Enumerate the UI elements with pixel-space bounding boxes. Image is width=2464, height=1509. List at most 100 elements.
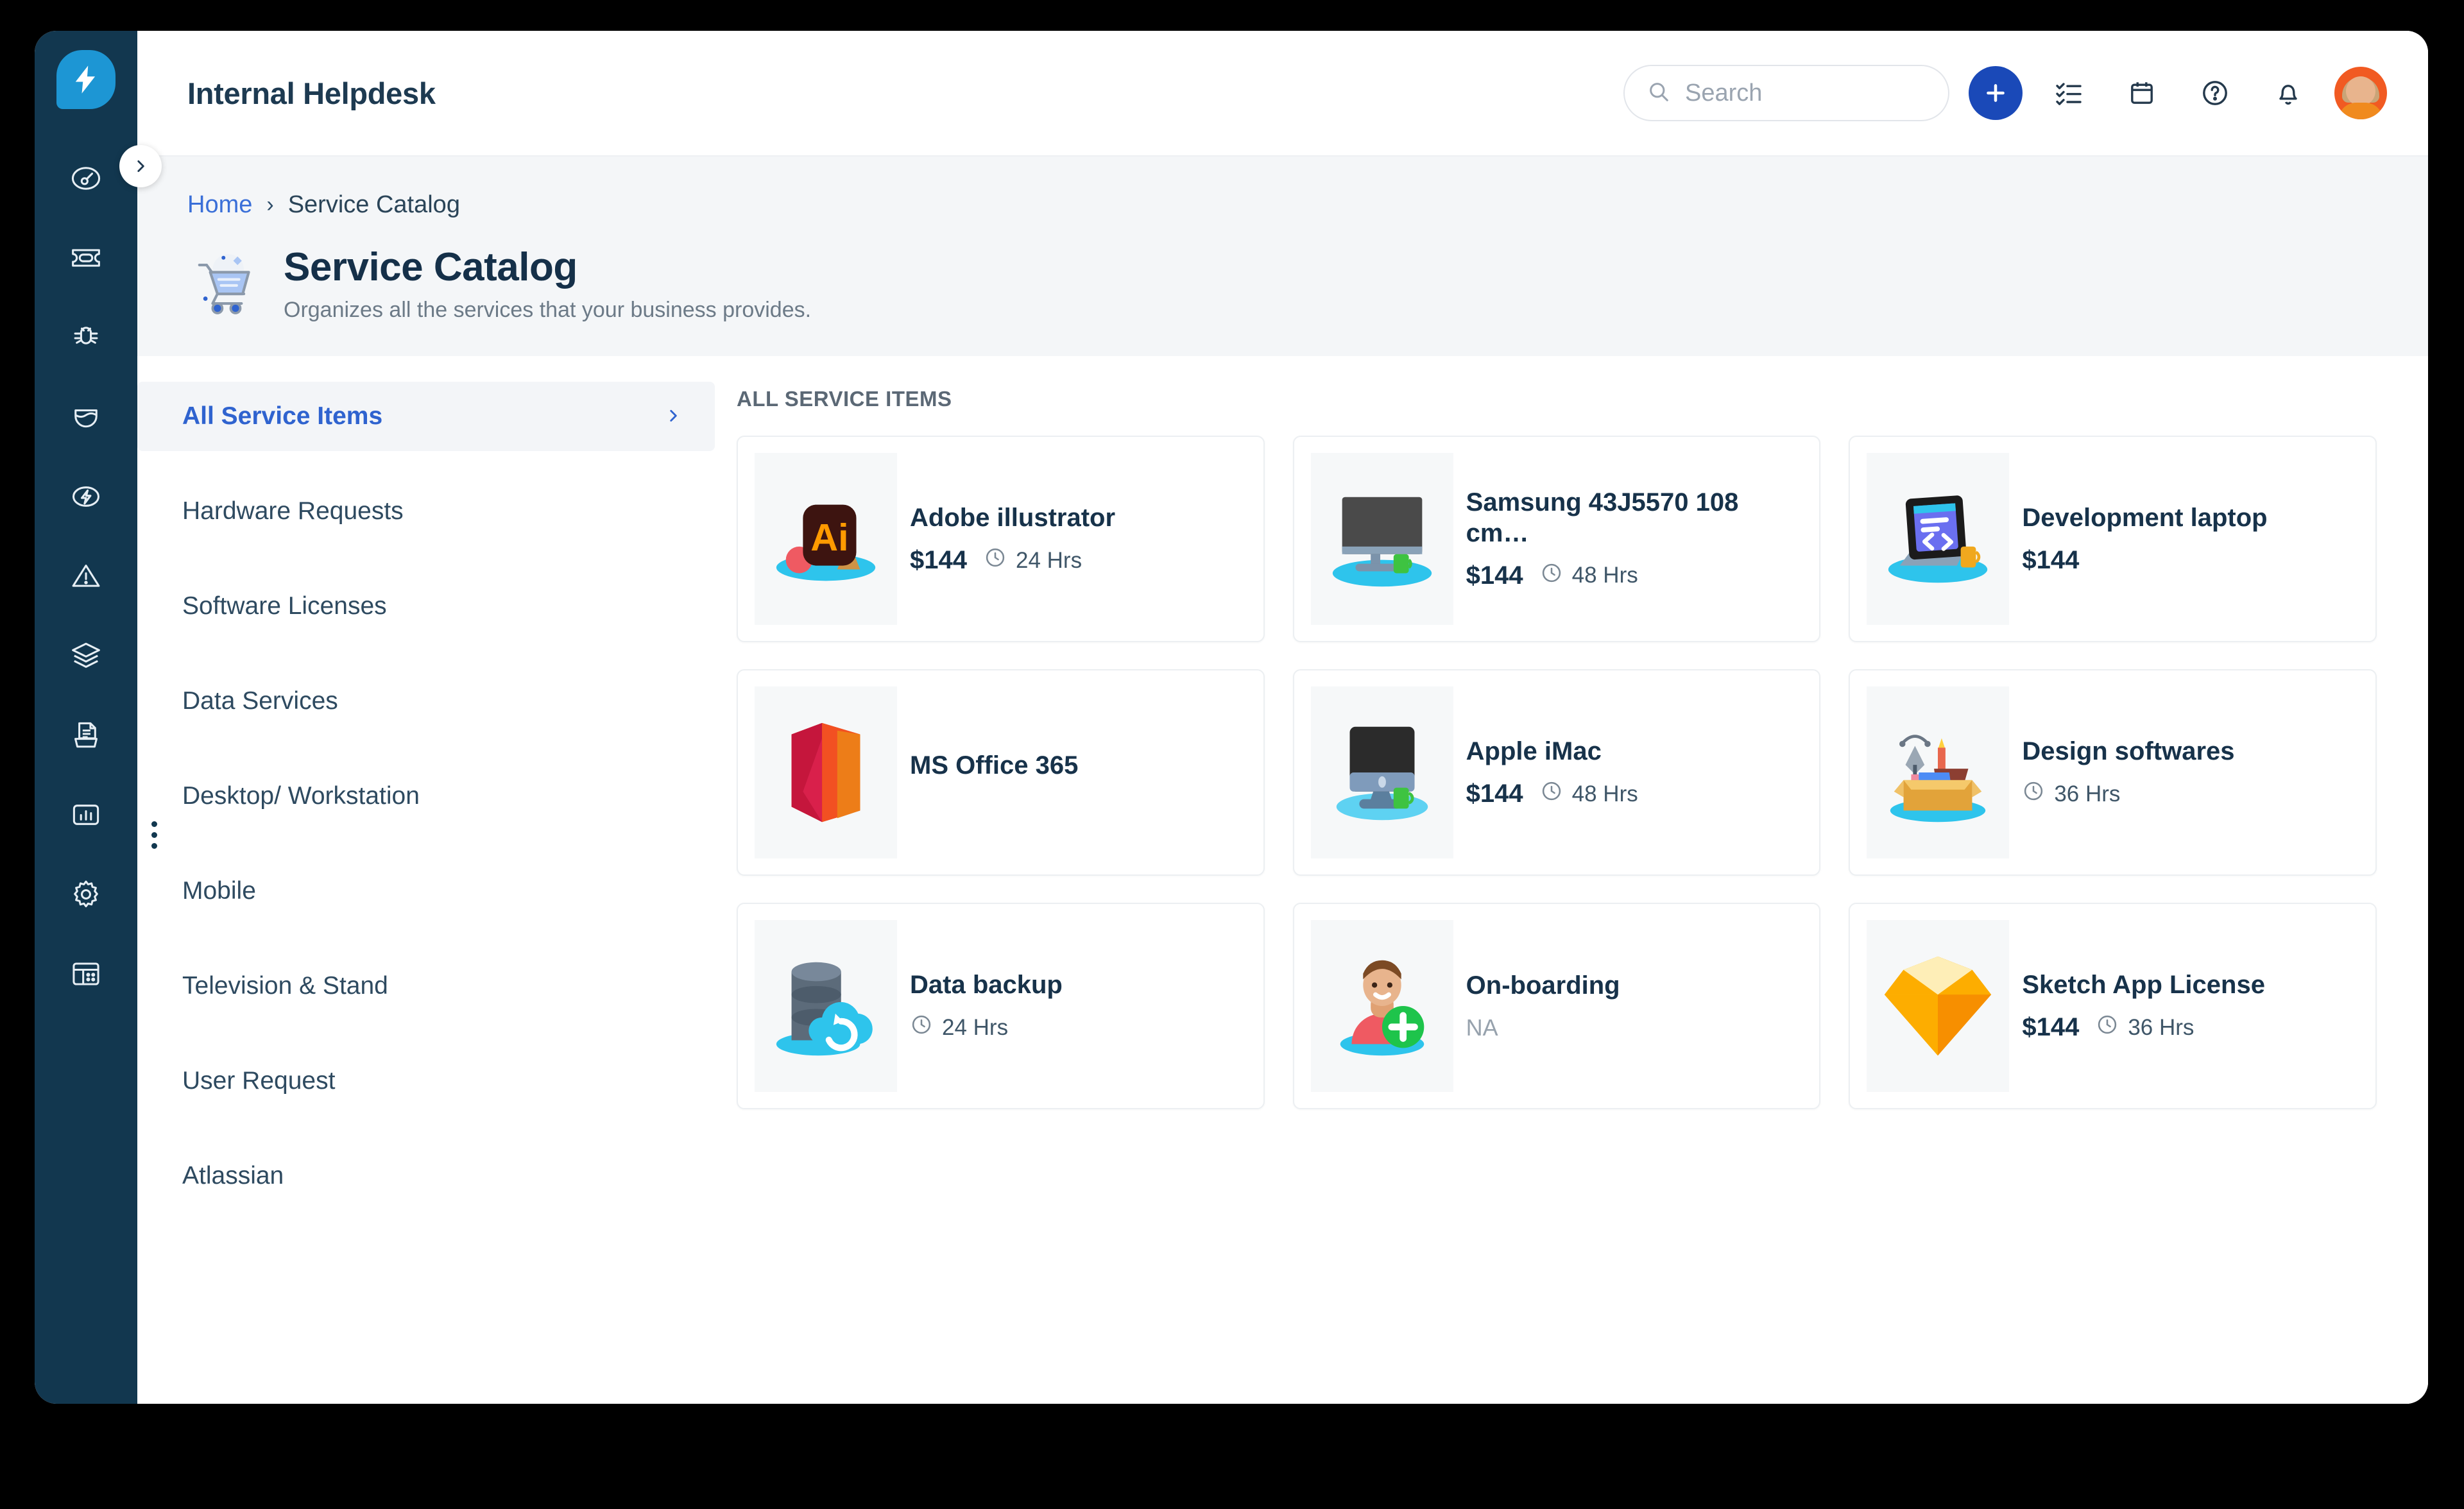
category-item-software-licenses[interactable]: Software Licenses [137,572,715,641]
service-card-time: 24 Hrs [910,1013,1008,1042]
clock-icon [910,1013,933,1042]
category-label: Mobile [182,877,256,905]
adobe-illustrator-icon: Ai [755,453,897,625]
service-card-body: Design softwares 36 Hrs [2022,737,2359,808]
search-input[interactable] [1685,79,1926,107]
service-card[interactable]: Development laptop $144 [1849,436,2377,642]
clock-icon [2096,1013,2119,1042]
service-card-meta: $144 48 Hrs [1466,780,1803,808]
search-box[interactable] [1623,65,1949,121]
chevron-right-icon [665,402,681,431]
sidebar-item-changes[interactable] [55,386,117,448]
rail-more-options-icon[interactable] [151,821,157,849]
page-subtitle: Organizes all the services that your bus… [284,297,812,322]
sidebar-item-admin[interactable] [55,864,117,925]
add-new-button[interactable] [1969,66,2023,120]
lightning-logo-icon[interactable] [56,50,116,109]
app-title: Internal Helpdesk [187,76,436,110]
service-items-grid: Ai Adobe illustrator $144 24 Hrs Samsung… [737,436,2377,1109]
ms-office-icon [755,686,897,858]
service-card-time-label: 48 Hrs [1571,781,1638,806]
breadcrumb-separator: › [266,192,274,217]
calendar-icon[interactable] [2115,66,2169,120]
service-card-body: MS Office 365 [910,751,1247,794]
service-card-time: 48 Hrs [1540,780,1638,808]
onboarding-person-icon [1310,920,1453,1092]
avatar[interactable] [2334,67,2387,119]
category-label: Television & Stand [182,972,388,1000]
dev-laptop-icon [1867,453,2010,625]
service-card-title: MS Office 365 [910,751,1079,780]
service-card-title: Design softwares [2022,737,2235,765]
sidebar-item-workspace[interactable] [55,943,117,1005]
expand-sidebar-icon[interactable] [119,145,162,187]
service-card-title: Apple iMac [1466,737,1602,765]
sidebar-item-assets[interactable] [55,625,117,686]
service-card-time-label: 48 Hrs [1571,563,1638,588]
search-icon [1647,80,1671,107]
breadcrumb-home-link[interactable]: Home [187,191,252,219]
category-item-desktop-workstation[interactable]: Desktop/ Workstation [137,762,715,831]
service-card-time-label: 24 Hrs [942,1014,1009,1040]
service-card-time: 36 Hrs [2022,780,2120,808]
app-window: Internal Helpdesk Search Home › Service … [35,31,2428,1404]
category-item-mobile[interactable]: Mobile [137,857,715,926]
service-card-time: 36 Hrs [2096,1013,2194,1042]
category-list: All Service Items Hardware Requests Soft… [137,375,715,1404]
service-card-title: Development laptop [2022,503,2268,532]
service-card-body: Adobe illustrator $144 24 Hrs [910,503,1247,575]
category-item-atlassian[interactable]: Atlassian [137,1141,715,1211]
service-card-meta: 36 Hrs [2022,780,2359,808]
service-card[interactable]: Samsung 43J5570 108 cm… $144 48 Hrs [1292,436,1821,642]
service-card-price: $144 [2022,1013,2080,1042]
service-card-na-label: NA [1466,1014,1498,1041]
service-card-price: $144 [1466,780,1523,808]
category-label: User Request [182,1067,336,1095]
service-card-title: On-boarding [1466,971,1620,1000]
service-card-body: On-boarding NA [1466,971,1803,1041]
category-item-television-stand[interactable]: Television & Stand [137,951,715,1021]
sidebar-item-problems[interactable] [55,307,117,368]
primary-nav-rail [35,31,157,1404]
service-card-meta: $144 36 Hrs [2022,1013,2359,1042]
content-area: Home › Service Catalog Service Catalog O… [137,157,2428,1404]
service-card-meta: NA [1466,1014,1803,1041]
service-card[interactable]: Apple iMac $144 48 Hrs [1292,669,1821,876]
service-card[interactable]: MS Office 365 [737,669,1265,876]
sketch-diamond-icon [1867,920,2010,1092]
design-box-icon [1867,686,2010,858]
top-bar-actions [1623,65,2387,121]
page-title-row: Service Catalog Organizes all the servic… [187,246,2428,323]
category-label: Software Licenses [182,592,387,620]
notifications-icon[interactable] [2261,66,2315,120]
service-card[interactable]: Ai Adobe illustrator $144 24 Hrs [737,436,1265,642]
sidebar-item-solutions[interactable] [55,704,117,766]
service-card-time: 48 Hrs [1540,561,1638,590]
category-item-data-services[interactable]: Data Services [137,667,715,736]
sidebar-item-tickets[interactable] [55,227,117,289]
sidebar-item-reports[interactable] [55,784,117,846]
tasks-icon[interactable] [2042,66,2096,120]
sidebar-item-dashboard[interactable] [55,148,117,209]
service-card-price: $144 [1466,561,1523,590]
service-card-title: Sketch App License [2022,970,2265,999]
service-card-body: Development laptop $144 [2022,503,2359,575]
avatar-body [2338,103,2383,119]
service-card-body: Sketch App License $144 36 Hrs [2022,970,2359,1042]
category-item-user-request[interactable]: User Request [137,1046,715,1116]
service-card[interactable]: Design softwares 36 Hrs [1849,669,2377,876]
category-item-hardware-requests[interactable]: Hardware Requests [137,477,715,546]
clock-icon [984,546,1007,575]
service-items-heading: ALL SERVICE ITEMS [737,387,952,411]
service-card-price: $144 [2022,546,2080,575]
breadcrumb: Home › Service Catalog [187,191,2428,219]
service-card-time-label: 36 Hrs [2054,781,2121,806]
service-card[interactable]: On-boarding NA [1292,903,1821,1109]
service-card[interactable]: Data backup 24 Hrs [737,903,1265,1109]
service-card[interactable]: Sketch App License $144 36 Hrs [1849,903,2377,1109]
service-card-title: Data backup [910,970,1063,999]
category-item-all-service-items[interactable]: All Service Items [137,382,715,451]
help-icon[interactable] [2188,66,2242,120]
sidebar-item-releases[interactable] [55,466,117,527]
sidebar-item-incidents[interactable] [55,545,117,607]
